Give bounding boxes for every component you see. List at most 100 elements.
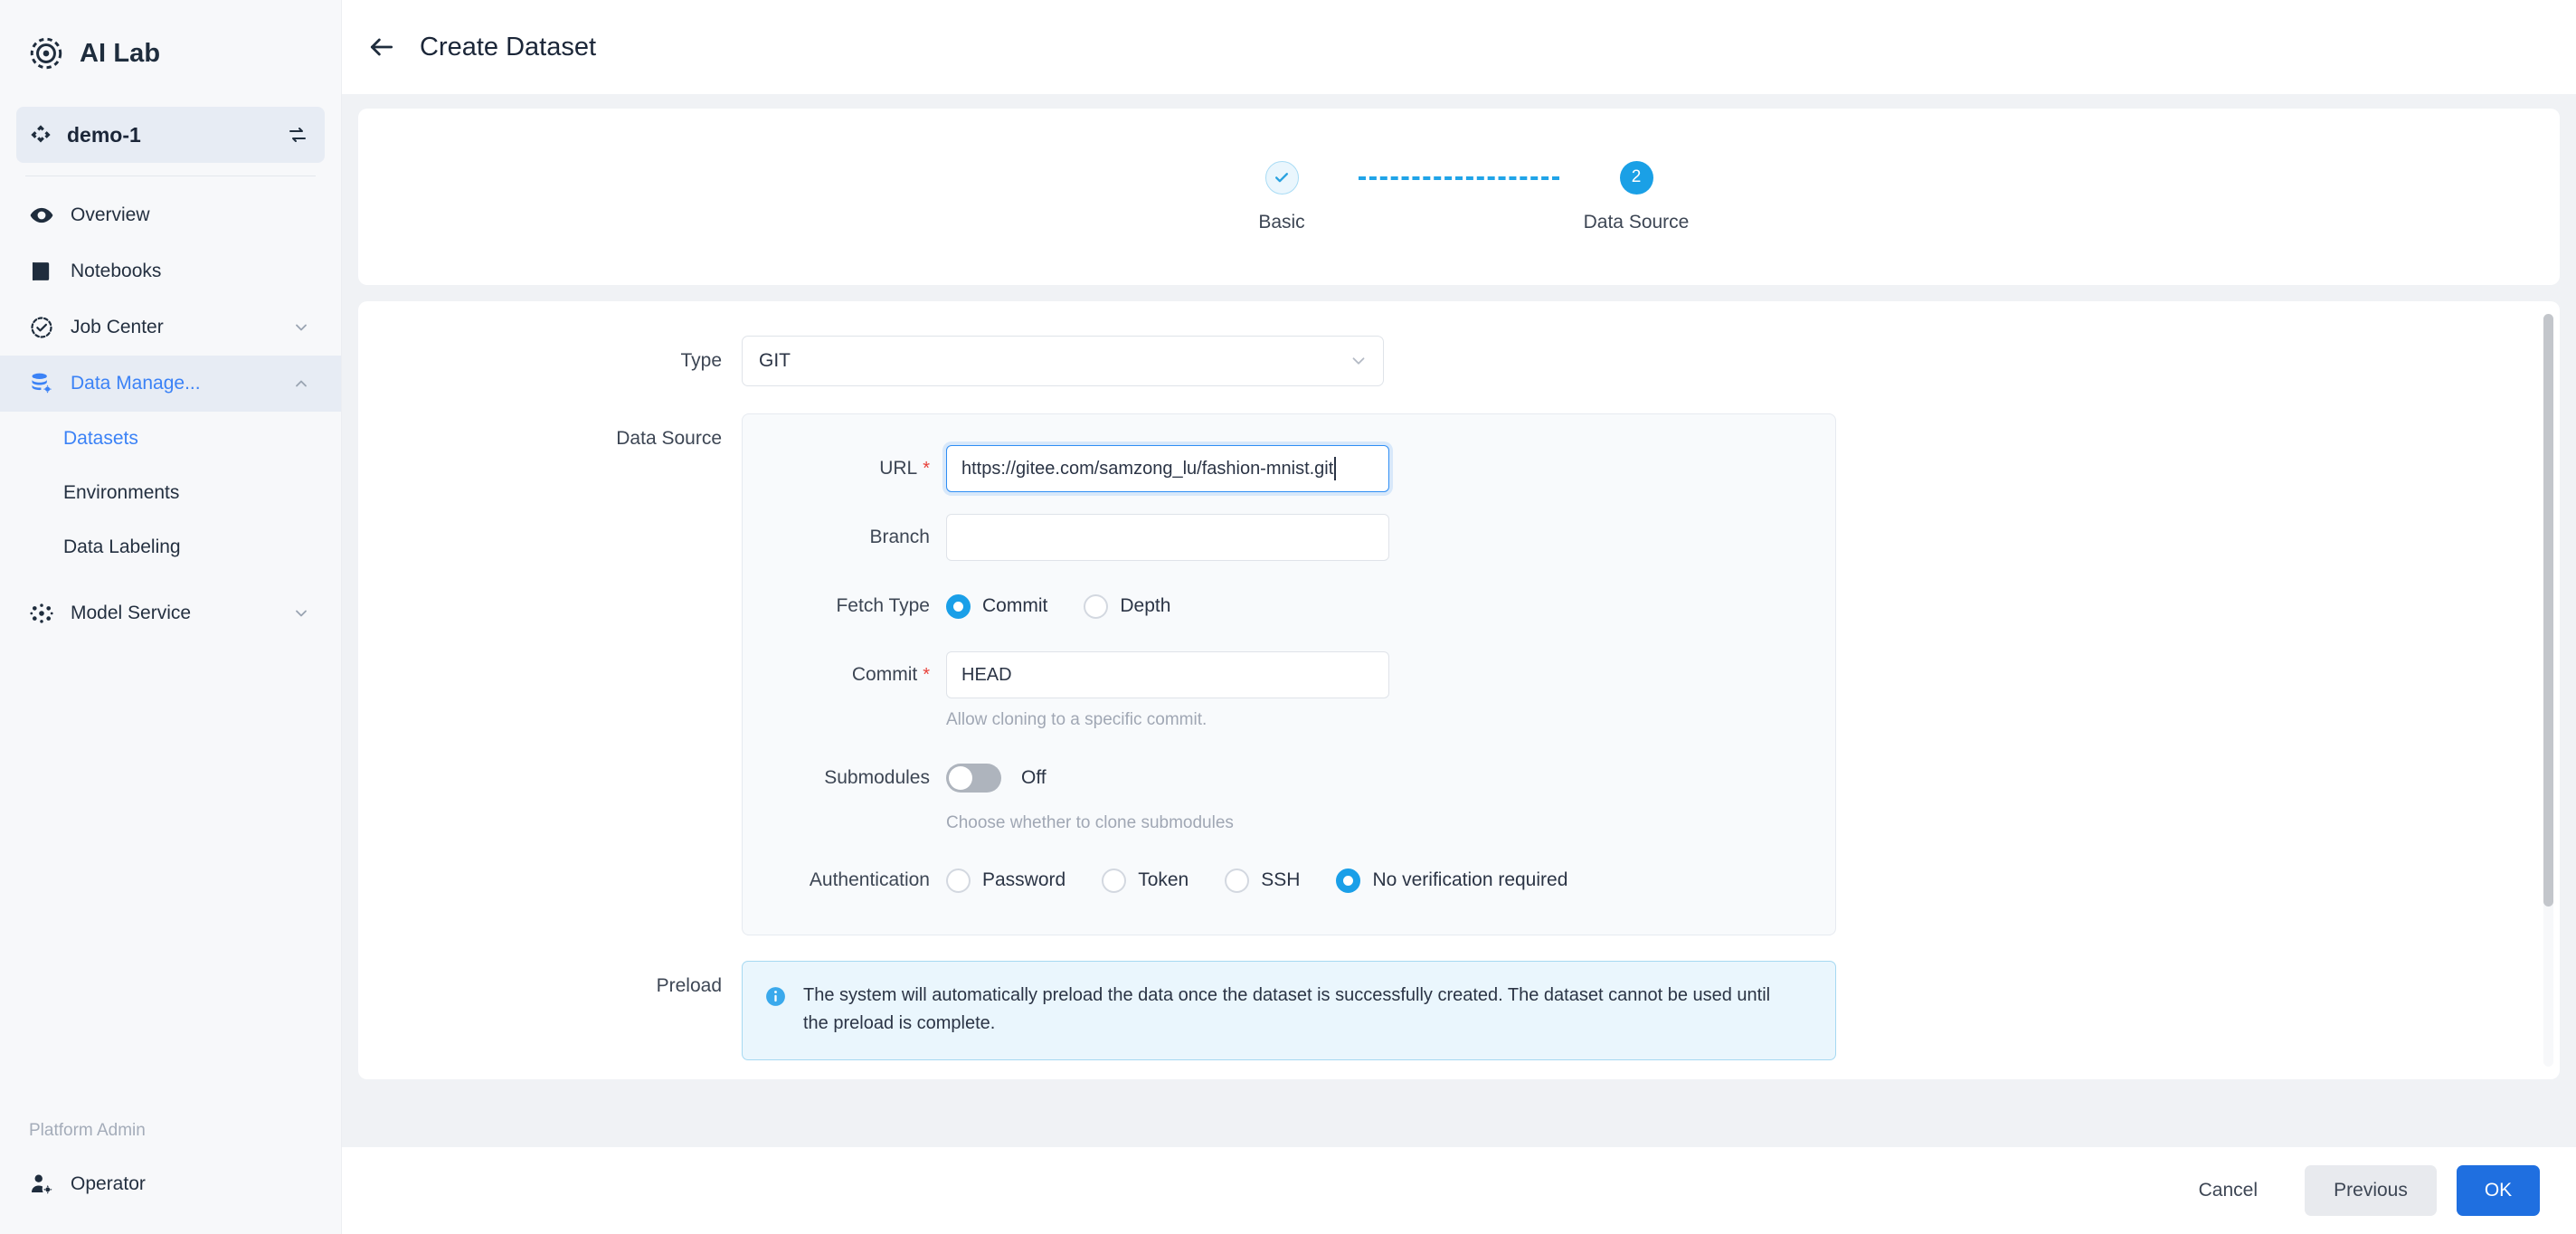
radio-label: Depth — [1120, 595, 1171, 616]
workspace-name: demo-1 — [67, 122, 141, 147]
sidebar-item-label: Overview — [71, 204, 150, 225]
field-label-fetch-type: Fetch Type — [836, 595, 930, 616]
chevron-down-icon[interactable] — [292, 604, 310, 622]
authentication-radio-group: Password Token SSH No verification requi… — [946, 857, 1835, 904]
switch-arrows-icon[interactable] — [287, 124, 308, 146]
field-url: URL * https://gitee.com/samzong_lu/fashio… — [743, 445, 1835, 492]
field-preload: Preload The system will automatically pr… — [358, 961, 2538, 1061]
stepper-connector — [1359, 176, 1559, 180]
workspace-selector[interactable]: demo-1 — [16, 107, 325, 163]
chevron-down-icon[interactable] — [292, 318, 310, 337]
sidebar-item-environments[interactable]: Environments — [16, 466, 325, 520]
sidebar-item-label: Data Manage... — [71, 373, 201, 394]
url-input-value: https://gitee.com/samzong_lu/fashion-mni… — [961, 458, 1334, 479]
radio-label: Token — [1138, 869, 1189, 891]
chevron-down-icon[interactable] — [1349, 351, 1368, 371]
stepper: Basic 2 Data Source — [1205, 160, 1713, 233]
field-label-preload: Preload — [656, 975, 722, 997]
radio-dot-icon — [1225, 868, 1250, 893]
type-select[interactable]: GIT — [742, 336, 1384, 386]
sidebar: AI Lab demo-1 Overview Notebooks Job Cen… — [0, 0, 342, 1234]
brand-name: AI Lab — [80, 38, 161, 68]
required-marker: * — [923, 665, 930, 685]
form-scrollbar[interactable] — [2543, 314, 2553, 1067]
arrow-left-icon[interactable] — [364, 29, 400, 65]
sidebar-item-overview[interactable]: Overview — [16, 187, 325, 243]
form-card: Type GIT Data Source URL * https://gitee… — [358, 301, 2560, 1079]
sidebar-item-operator[interactable]: Operator — [16, 1156, 325, 1212]
sidebar-section-label: Platform Admin — [29, 1121, 146, 1140]
radio-dot-icon — [946, 868, 971, 893]
commit-label-text: Commit — [851, 664, 918, 685]
radio-auth-token[interactable]: Token — [1102, 868, 1189, 893]
sidebar-item-label: Operator — [71, 1173, 146, 1194]
submodules-hint: Choose whether to clone submodules — [946, 812, 1234, 832]
nodes-icon — [29, 601, 54, 626]
radio-label: SSH — [1261, 869, 1301, 891]
sidebar-item-data-management[interactable]: Data Manage... — [0, 356, 341, 412]
chevron-up-icon[interactable] — [292, 375, 310, 393]
toggle-knob — [949, 765, 972, 790]
field-label-type: Type — [680, 350, 722, 371]
ok-button[interactable]: OK — [2457, 1165, 2540, 1216]
cancel-button[interactable]: Cancel — [2172, 1165, 2285, 1216]
text-caret — [1334, 457, 1337, 480]
stepper-card: Basic 2 Data Source — [358, 109, 2560, 285]
sidebar-footer: Platform Admin Operator — [16, 1106, 325, 1234]
radio-label: Commit — [982, 595, 1048, 616]
app-root: AI Lab demo-1 Overview Notebooks Job Cen… — [0, 0, 2576, 1234]
main-region: Create Dataset Basic 2 Data Source Type … — [342, 0, 2576, 1234]
sidebar-item-data-labeling[interactable]: Data Labeling — [16, 520, 325, 574]
fetch-type-radio-group: Commit Depth — [946, 583, 1835, 630]
database-gear-icon — [29, 371, 54, 396]
field-label-data-source: Data Source — [616, 428, 722, 449]
step-marker-current: 2 — [1619, 160, 1653, 195]
field-fetch-type: Fetch Type Commit Depth — [743, 583, 1835, 630]
radio-label: Password — [982, 869, 1066, 891]
book-icon — [29, 259, 54, 284]
dialog-footer: Cancel Previous OK — [342, 1147, 2576, 1234]
radio-auth-no-verification[interactable]: No verification required — [1336, 868, 1567, 893]
preload-alert: The system will automatically preload th… — [742, 961, 1836, 1061]
step-data-source[interactable]: 2 Data Source — [1559, 160, 1713, 233]
sidebar-item-notebooks[interactable]: Notebooks — [16, 243, 325, 299]
sidebar-item-datasets[interactable]: Datasets — [16, 412, 325, 466]
info-circle-icon — [764, 985, 787, 1008]
commit-input[interactable]: HEAD — [946, 651, 1389, 698]
url-input[interactable]: https://gitee.com/samzong_lu/fashion-mni… — [946, 445, 1389, 492]
field-submodules: Submodules Off Choose whether to clone s… — [743, 755, 1835, 836]
branch-input[interactable] — [946, 514, 1389, 561]
field-branch: Branch — [743, 514, 1835, 561]
field-label-url: URL * — [743, 445, 946, 492]
form-scroll-region: Type GIT Data Source URL * https://gitee… — [358, 301, 2538, 1079]
field-authentication: Authentication Password Token SSH No ver… — [743, 857, 1835, 904]
radio-auth-ssh[interactable]: SSH — [1225, 868, 1301, 893]
field-label-commit: Commit * — [743, 651, 946, 698]
data-source-panel: URL * https://gitee.com/samzong_lu/fashio… — [742, 413, 1836, 936]
step-marker-done — [1264, 160, 1299, 195]
previous-button[interactable]: Previous — [2305, 1165, 2437, 1216]
field-label-submodules: Submodules — [824, 766, 930, 788]
radio-fetch-type-depth[interactable]: Depth — [1084, 593, 1171, 619]
eye-icon — [29, 203, 54, 228]
commit-hint: Allow cloning to a specific commit. — [946, 710, 1208, 729]
submodules-state-text: Off — [1021, 766, 1046, 788]
step-label: Data Source — [1583, 211, 1690, 233]
atom-target-icon — [27, 34, 65, 72]
content-area: Basic 2 Data Source Type GIT Data Source… — [342, 94, 2576, 1147]
radio-fetch-type-commit[interactable]: Commit — [946, 593, 1048, 619]
step-basic[interactable]: Basic — [1205, 160, 1359, 233]
radio-dot-icon — [1084, 593, 1109, 619]
radio-dot-icon — [1102, 868, 1127, 893]
field-label-authentication: Authentication — [809, 869, 930, 891]
sidebar-subitem-label: Environments — [63, 482, 180, 503]
page-title: Create Dataset — [420, 32, 597, 62]
radio-auth-password[interactable]: Password — [946, 868, 1066, 893]
sidebar-item-label: Model Service — [71, 603, 192, 623]
submodules-toggle[interactable] — [946, 763, 1001, 793]
sidebar-item-job-center[interactable]: Job Center — [16, 299, 325, 356]
sidebar-item-model-service[interactable]: Model Service — [16, 585, 325, 641]
field-data-source: Data Source URL * https://gitee.com/samzo… — [358, 413, 2538, 936]
form-scrollbar-thumb[interactable] — [2543, 314, 2553, 907]
commit-input-value: HEAD — [961, 664, 1012, 685]
